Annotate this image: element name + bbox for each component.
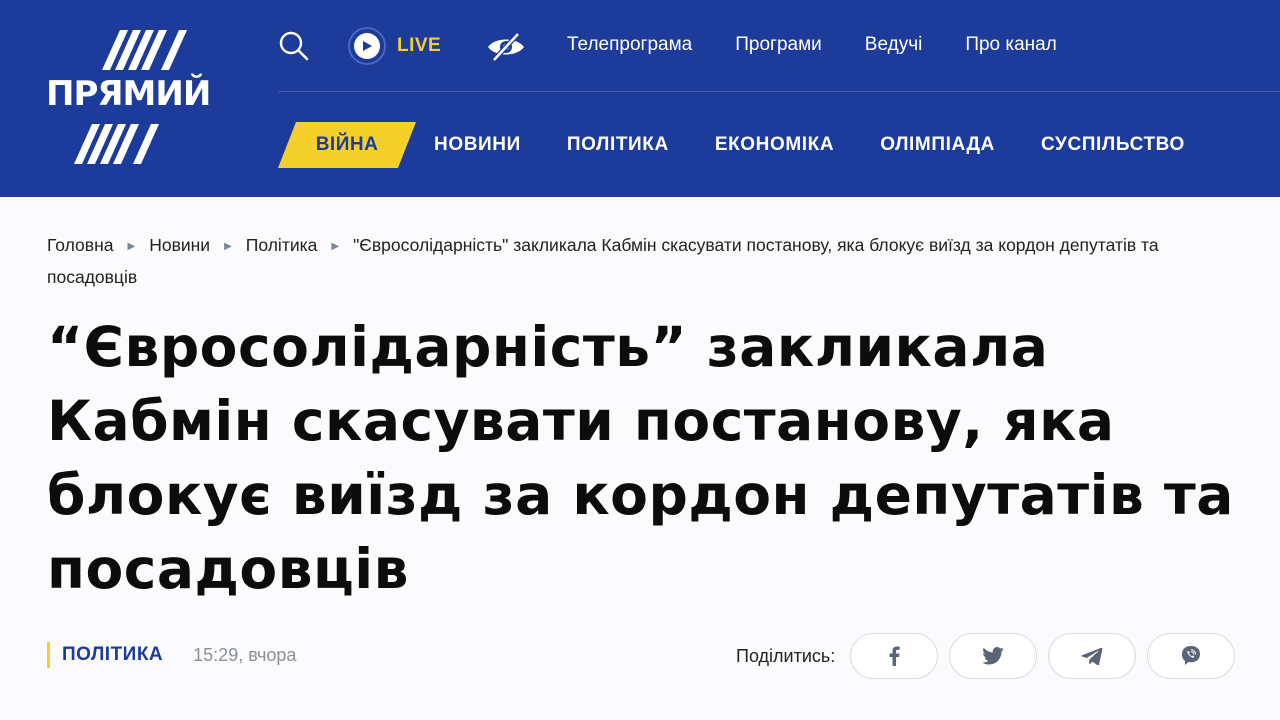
breadcrumb-separator-icon: ▶: [331, 241, 340, 252]
viber-icon: [1182, 646, 1201, 665]
logo-text: ПРЯМИЙ: [46, 74, 211, 114]
share-label: Поділитись:: [736, 645, 836, 666]
search-icon: [279, 31, 309, 61]
top-link-programs[interactable]: Програми: [735, 34, 822, 56]
share-telegram-button[interactable]: [1048, 633, 1137, 679]
main-nav: ВІЙНА НОВИНИ ПОЛІТИКА ЕКОНОМІКА ОЛІМПІАД…: [278, 122, 1280, 168]
nav-item-war-label: ВІЙНА: [315, 134, 379, 155]
twitter-icon: [982, 647, 1005, 665]
site-header: ПРЯМИЙ LIVE Телепрограма Програми Ведучі…: [0, 0, 1280, 197]
nav-item-society[interactable]: СУСПІЛЬСТВО: [1041, 134, 1185, 156]
facebook-icon: [889, 646, 900, 666]
live-button[interactable]: LIVE: [348, 27, 441, 65]
breadcrumb-separator-icon: ▶: [224, 241, 232, 252]
site-logo[interactable]: ПРЯМИЙ: [40, 26, 230, 168]
search-button[interactable]: [278, 30, 310, 62]
play-icon: [348, 27, 386, 65]
breadcrumb: Головна ▶ Новини ▶ Політика ▶ "Євросолідарніст…: [47, 230, 1247, 292]
eye-slash-icon: [488, 32, 524, 62]
live-label: LIVE: [397, 35, 442, 56]
nav-item-olympics[interactable]: ОЛІМПІАДА: [880, 134, 995, 156]
nav-item-war[interactable]: ВІЙНА: [278, 122, 416, 168]
share-facebook-button[interactable]: [850, 633, 939, 679]
top-links: Телепрограма Програми Ведучі Про канал: [567, 34, 1100, 56]
breadcrumb-news[interactable]: Новини: [149, 235, 210, 255]
top-link-hosts[interactable]: Ведучі: [865, 34, 923, 56]
article-category[interactable]: ПОЛІТИКА: [62, 644, 163, 666]
breadcrumb-home[interactable]: Головна: [47, 235, 114, 255]
article-title: “Євросолідарність” закликала Кабмін скас…: [47, 315, 1234, 601]
breadcrumb-separator-icon: ▶: [127, 241, 136, 252]
breadcrumb-politics[interactable]: Політика: [246, 235, 318, 255]
article-meta: ПОЛІТИКА 15:29, вчора: [47, 640, 296, 670]
share-viber-button[interactable]: [1147, 633, 1236, 679]
category-marker: [47, 642, 50, 668]
top-link-about[interactable]: Про канал: [965, 34, 1057, 56]
nav-item-news[interactable]: НОВИНИ: [434, 134, 521, 156]
top-bar: LIVE Телепрограма Програми Ведучі Про ка…: [278, 0, 1280, 92]
telegram-icon: [1081, 647, 1103, 665]
nav-item-politics[interactable]: ПОЛІТИКА: [567, 134, 669, 156]
top-link-tv-program[interactable]: Телепрограма: [567, 34, 692, 56]
article-time: 15:29, вчора: [193, 644, 297, 665]
share-twitter-button[interactable]: [949, 633, 1038, 679]
accessibility-button[interactable]: [486, 32, 526, 62]
nav-item-economics[interactable]: ЕКОНОМІКА: [715, 134, 834, 156]
breadcrumb-current: "Євросолідарність" закликала Кабмін скас…: [47, 235, 1159, 287]
share-bar: Поділитись:: [736, 633, 1246, 679]
